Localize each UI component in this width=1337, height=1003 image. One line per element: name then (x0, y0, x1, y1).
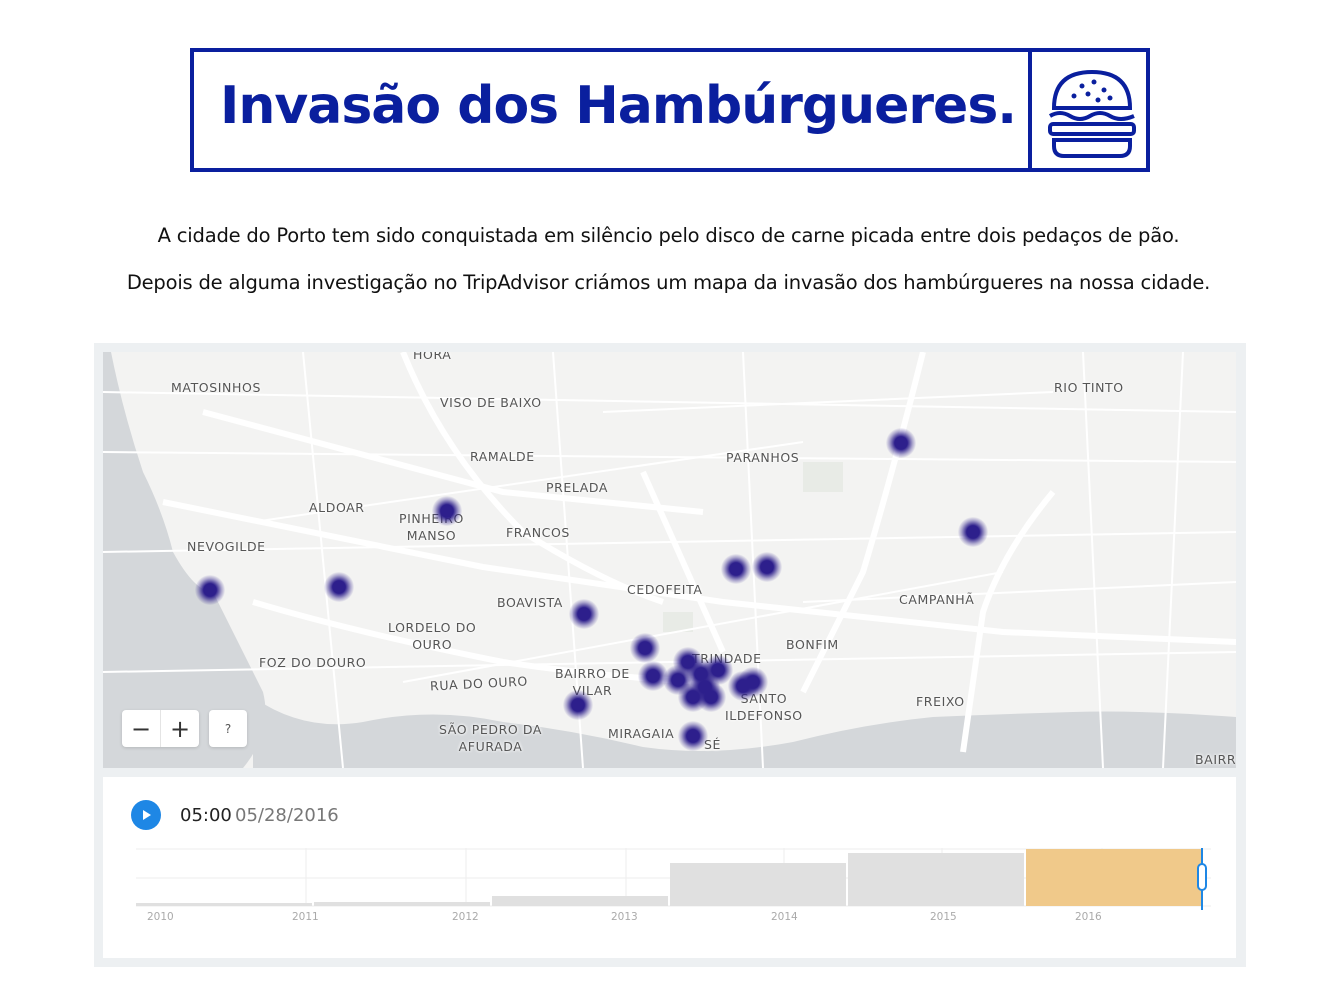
burger-location-marker[interactable] (630, 633, 660, 663)
place-bonfim: BONFIM (786, 637, 839, 652)
year-label-2015: 2015 (930, 911, 957, 923)
zoom-in-button[interactable]: + (161, 710, 199, 747)
year-label-2010: 2010 (147, 911, 174, 923)
help-button[interactable]: ? (209, 710, 247, 747)
place-cedofeita: CEDOFEITA (627, 582, 703, 597)
burger-location-marker[interactable] (663, 665, 693, 695)
burger-location-marker[interactable] (678, 721, 708, 751)
map-basemap (103, 352, 1236, 768)
place-ramalde: RAMALDE (470, 449, 535, 464)
place-lordelo-do-ouro: LORDELO DO OURO (388, 620, 477, 652)
current-time: 05:00 (180, 805, 232, 826)
place-sao-pedro-da-afurada: SÃO PEDRO DA AFURADA (439, 722, 543, 754)
timeline-handle (1197, 863, 1207, 891)
title-banner: Invasão dos Hambúrgueres. (190, 48, 1150, 172)
place-miragaia: MIRAGAIA (608, 726, 675, 741)
timeline-histogram[interactable] (136, 848, 1211, 910)
burger-location-marker[interactable] (432, 496, 462, 526)
burger-location-marker[interactable] (324, 572, 354, 602)
place-foz-do-douro: FOZ DO DOURO (259, 655, 367, 670)
burger-location-marker[interactable] (886, 428, 916, 458)
place-bairr: BAIRR (1195, 752, 1236, 767)
burger-location-marker[interactable] (195, 575, 225, 605)
place-freixo: FREIXO (916, 694, 965, 709)
year-label-2011: 2011 (292, 911, 319, 923)
banner-title: Invasão dos Hambúrgueres. (220, 76, 1017, 136)
burger-icon (1048, 69, 1136, 158)
intro-line-2: Depois de alguma investigação no TripAdv… (126, 271, 1211, 294)
year-label-2016: 2016 (1075, 911, 1102, 923)
burger-location-marker[interactable] (958, 517, 988, 547)
place-boavista: BOAVISTA (497, 595, 563, 610)
histogram-bar-highlight (1026, 849, 1202, 906)
histogram-bar-5 (848, 853, 1024, 906)
current-date: 05/28/2016 (235, 805, 339, 826)
play-icon (143, 810, 151, 820)
year-label-2012: 2012 (452, 911, 479, 923)
histogram-bar-4 (670, 863, 846, 906)
burger-location-marker[interactable] (569, 599, 599, 629)
histogram-bar-3 (492, 896, 668, 906)
place-paranhos: PARANHOS (726, 450, 800, 465)
zoom-control: − + (122, 710, 199, 747)
burger-location-marker[interactable] (752, 552, 782, 582)
intro-line-1: A cidade do Porto tem sido conquistada e… (157, 224, 1180, 247)
place-prelada: PRELADA (546, 480, 609, 495)
banner-divider (1028, 52, 1032, 168)
burger-location-marker[interactable] (563, 690, 593, 720)
burger-location-marker[interactable] (721, 554, 751, 584)
zoom-out-button[interactable]: − (122, 710, 160, 747)
histogram-bar-2 (314, 902, 490, 906)
place-nevogilde: NEVOGILDE (187, 539, 266, 554)
place-matosinhos: MATOSINHOS (171, 380, 261, 395)
year-label-2013: 2013 (611, 911, 638, 923)
place-francos: FRANCOS (506, 525, 570, 540)
year-label-2014: 2014 (771, 911, 798, 923)
histogram-bar-1 (136, 903, 312, 906)
map-view[interactable]: HORA MATOSINHOS VISO DE BAIXO RIO TINTO … (103, 352, 1236, 768)
place-hora: HORA (413, 352, 452, 362)
burger-location-marker[interactable] (738, 667, 768, 697)
play-button[interactable] (131, 800, 161, 830)
place-viso-de-baixo: VISO DE BAIXO (440, 395, 542, 410)
burger-location-marker[interactable] (703, 655, 733, 685)
place-campanha: CAMPANHÃ (899, 592, 975, 607)
place-rio-tinto: RIO TINTO (1054, 380, 1124, 395)
place-aldoar: ALDOAR (309, 500, 365, 515)
